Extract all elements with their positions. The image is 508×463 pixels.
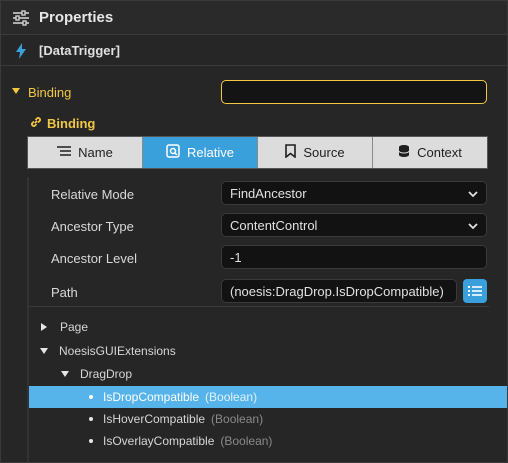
divider (29, 306, 489, 307)
list-icon (468, 286, 482, 296)
path-value: (noesis:DragDrop.IsDropCompatible) (230, 283, 444, 299)
binding-input[interactable] (221, 80, 487, 104)
tree-item-type: (Boolean) (211, 412, 264, 426)
tab-source-label: Source (303, 145, 345, 160)
binding-section-header: Binding (29, 114, 95, 132)
tab-source[interactable]: Source (258, 137, 373, 168)
tree-item-type: (Boolean) (205, 390, 258, 404)
ancestor-type-label: Ancestor Type (51, 219, 134, 234)
element-type-label: [DataTrigger] (39, 43, 120, 58)
tab-relative-label: Relative (187, 145, 234, 160)
tree-item-isoverlaycompatible[interactable]: IsOverlayCompatible (Boolean) (29, 430, 507, 452)
tree-item-ishovercompatible[interactable]: IsHoverCompatible (Boolean) (29, 408, 507, 430)
tab-context-label: Context (417, 145, 462, 160)
collapse-arrow-icon[interactable] (40, 348, 48, 354)
expand-arrow-icon[interactable] (41, 323, 47, 331)
relative-mode-select[interactable]: FindAncestor (221, 181, 487, 205)
bullet-icon (89, 439, 93, 443)
relative-mode-row: Relative Mode FindAncestor (51, 181, 487, 207)
path-row: Path (noesis:DragDrop.IsDropCompatible) (51, 279, 487, 305)
collapse-arrow-icon[interactable] (12, 88, 20, 94)
tree-item-type: (Boolean) (220, 434, 273, 448)
relative-mode-value: FindAncestor (230, 185, 307, 201)
relative-icon (166, 144, 180, 161)
binding-property-row: Binding (1, 79, 507, 107)
ancestor-level-value: -1 (230, 249, 242, 265)
tree-item-page[interactable]: Page (29, 316, 507, 338)
tab-relative[interactable]: Relative (143, 137, 258, 168)
binding-mode-tabs: Name Relative Source Context (27, 136, 488, 169)
tree-item-label: IsHoverCompatible (103, 412, 206, 426)
tab-context[interactable]: Context (373, 137, 487, 168)
tree-item-label: IsDropCompatible (103, 390, 200, 404)
tree-item-label: Page (60, 320, 89, 334)
tree-item-extensions[interactable]: NoesisGUIExtensions (29, 340, 507, 362)
tree-item-isdropcompatible[interactable]: IsDropCompatible (Boolean) (29, 386, 507, 408)
list-icon (57, 145, 72, 160)
path-input[interactable]: (noesis:DragDrop.IsDropCompatible) (221, 279, 457, 303)
path-label: Path (51, 285, 78, 300)
ancestor-type-select[interactable]: ContentControl (221, 213, 487, 237)
ancestor-level-row: Ancestor Level -1 (51, 245, 487, 271)
ancestor-type-row: Ancestor Type ContentControl (51, 213, 487, 239)
tree-item-label: IsOverlayCompatible (103, 434, 215, 448)
ancestor-level-input[interactable]: -1 (221, 245, 487, 269)
chevron-down-icon (468, 223, 478, 230)
tab-name-label: Name (78, 145, 113, 160)
tree-item-label: NoesisGUIExtensions (59, 344, 176, 358)
ancestor-type-value: ContentControl (230, 217, 318, 233)
binding-label: Binding (28, 85, 72, 100)
collapse-arrow-icon[interactable] (61, 371, 69, 377)
relative-mode-label: Relative Mode (51, 187, 135, 202)
sliders-icon (11, 8, 31, 28)
bookmark-icon (285, 144, 297, 161)
chevron-down-icon (468, 191, 478, 198)
ancestor-level-label: Ancestor Level (51, 251, 137, 266)
bullet-icon (89, 417, 93, 421)
tab-name[interactable]: Name (28, 137, 143, 168)
properties-panel: Properties [DataTrigger] Binding Binding… (0, 0, 508, 463)
binding-section-label: Binding (47, 115, 96, 131)
path-browse-button[interactable] (463, 279, 487, 303)
panel-title: Properties (39, 9, 114, 26)
lightning-icon (13, 42, 29, 60)
element-header: [DataTrigger] (1, 36, 507, 66)
tree-item-label: DragDrop (80, 367, 133, 381)
database-icon (398, 144, 410, 161)
panel-header: Properties (1, 1, 507, 35)
link-icon (29, 115, 43, 132)
bullet-icon (89, 395, 93, 399)
tree-item-dragdrop[interactable]: DragDrop (29, 363, 507, 385)
